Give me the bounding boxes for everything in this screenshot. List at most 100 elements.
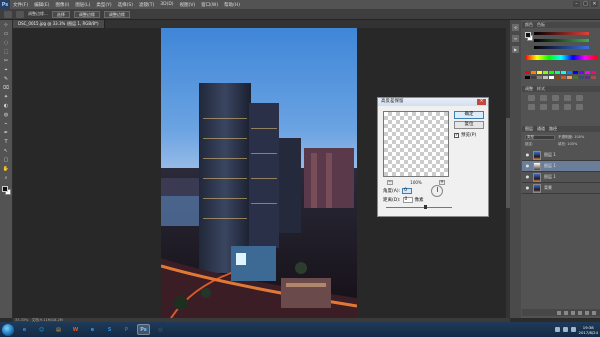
history-brush-tool-icon[interactable]: ◐ xyxy=(2,103,11,110)
swatch-cell[interactable] xyxy=(591,75,596,79)
swatch-cell[interactable] xyxy=(573,71,578,74)
new-group-icon[interactable] xyxy=(578,310,582,315)
swatch-cell[interactable] xyxy=(579,71,584,74)
network-icon[interactable] xyxy=(554,327,560,332)
swatch-cell[interactable] xyxy=(525,71,530,74)
layer-kind-filter[interactable]: 类型 xyxy=(525,135,555,140)
swatch-cell[interactable] xyxy=(537,75,542,79)
swatch-cell[interactable] xyxy=(591,71,596,74)
shape-tool-icon[interactable]: ▢ xyxy=(2,157,11,164)
layer-row-selected[interactable]: ● 图层 1 xyxy=(522,161,600,172)
minimize-button[interactable]: – xyxy=(573,1,580,7)
swatch-cell[interactable] xyxy=(555,71,560,74)
color-swatches[interactable] xyxy=(0,186,12,198)
tool-preset-icon[interactable] xyxy=(4,10,12,18)
document-image[interactable] xyxy=(161,28,357,318)
menu-file[interactable]: 文件(F) xyxy=(10,2,31,8)
taskbar-app-button[interactable]: e xyxy=(18,324,31,335)
opacity-control[interactable]: 不透明度: 100% xyxy=(558,135,584,140)
menu-view[interactable]: 视图(V) xyxy=(177,2,199,8)
clock[interactable]: 19:38 2017/8/24 xyxy=(579,325,598,335)
eraser-tool-icon[interactable]: ◍ xyxy=(2,112,11,119)
swatch-cell[interactable] xyxy=(531,71,536,74)
taskbar-app-button[interactable]: ▤ xyxy=(52,324,65,335)
delete-layer-icon[interactable] xyxy=(592,310,596,315)
menu-help[interactable]: 帮助(H) xyxy=(221,2,243,8)
distance-slider[interactable] xyxy=(386,205,452,209)
preview-checkbox[interactable]: ✓ xyxy=(454,132,459,138)
menu-window[interactable]: 窗口(W) xyxy=(198,2,221,8)
filter-preview[interactable] xyxy=(383,111,449,177)
visibility-eye-icon[interactable]: ● xyxy=(525,164,530,168)
taskbar-app-button[interactable]: S xyxy=(103,324,116,335)
clone-stamp-tool-icon[interactable]: ✦ xyxy=(2,94,11,101)
distance-slider-knob[interactable] xyxy=(423,205,427,209)
foreground-color-swatch[interactable] xyxy=(2,186,8,192)
close-button[interactable]: ✕ xyxy=(591,1,598,7)
taskbar-app-button[interactable]: e xyxy=(86,324,99,335)
quick-select-tool-icon[interactable]: ⬚ xyxy=(2,49,11,56)
angle-input[interactable]: 0 xyxy=(402,188,413,194)
hand-tool-icon[interactable]: ✋ xyxy=(2,166,11,173)
swatch-cell[interactable] xyxy=(567,71,572,74)
document-tab[interactable]: DSC_0015.jpg @ 33.3% (图层 1, RGB/8*) xyxy=(13,20,105,28)
menu-layer[interactable]: 图层(L) xyxy=(72,2,93,8)
tab-styles[interactable]: 样式 xyxy=(537,86,545,92)
swatch-cell[interactable] xyxy=(555,75,560,79)
selection-mode-icon[interactable] xyxy=(16,10,24,18)
angle-dial[interactable] xyxy=(431,185,443,197)
swatch-cell[interactable] xyxy=(573,75,578,79)
taskbar-app-button[interactable]: P xyxy=(120,324,133,335)
swatch-cell[interactable] xyxy=(543,75,548,79)
visibility-eye-icon[interactable]: ● xyxy=(525,175,530,179)
crop-tool-icon[interactable]: ✂ xyxy=(2,58,11,65)
taskbar-app-button[interactable]: ☺ xyxy=(35,324,48,335)
curves-icon[interactable] xyxy=(552,95,559,101)
zoom-out-button[interactable]: − xyxy=(387,179,393,185)
healing-brush-tool-icon[interactable]: ✎ xyxy=(2,76,11,83)
visibility-eye-icon[interactable]: ● xyxy=(525,186,530,190)
menu-edit[interactable]: 编辑(E) xyxy=(31,2,52,8)
swatch-cell[interactable] xyxy=(549,71,554,74)
menu-3d[interactable]: 3D(D) xyxy=(157,2,176,7)
visibility-eye-icon[interactable]: ● xyxy=(525,153,530,157)
menu-select[interactable]: 选择(S) xyxy=(115,2,136,8)
distance-input[interactable]: 0 xyxy=(402,197,413,203)
eyedropper-tool-icon[interactable]: ⌖ xyxy=(2,67,11,74)
tab-adjustments[interactable]: 调整 xyxy=(525,86,533,92)
marquee-tool-icon[interactable]: ▭ xyxy=(2,31,11,38)
actions-panel-icon[interactable]: ▶ xyxy=(512,46,519,53)
history-panel-icon[interactable]: ⟲ xyxy=(512,24,519,31)
menu-type[interactable]: 类型(Y) xyxy=(93,2,114,8)
move-tool-icon[interactable]: ⊹ xyxy=(2,22,11,29)
swatch-cell[interactable] xyxy=(561,75,566,79)
red-slider[interactable] xyxy=(534,32,589,35)
volume-icon[interactable] xyxy=(562,327,568,332)
swatch-cell[interactable] xyxy=(579,75,584,79)
fill-control[interactable]: 填充: 100% xyxy=(558,142,577,147)
brightness-icon[interactable] xyxy=(528,95,535,101)
menu-image[interactable]: 图像(I) xyxy=(52,2,72,8)
swatch-grid[interactable] xyxy=(525,71,597,79)
green-slider[interactable] xyxy=(534,39,589,42)
black-white-icon[interactable] xyxy=(552,104,559,110)
options-select-button[interactable]: 选择 xyxy=(51,10,70,18)
link-layers-icon[interactable] xyxy=(557,310,561,315)
options-refine-button[interactable]: 调整边缘 xyxy=(73,10,100,18)
dialog-close-button[interactable]: ✕ xyxy=(477,99,486,105)
swatch-cell[interactable] xyxy=(561,71,566,74)
brush-tool-icon[interactable]: ⌧ xyxy=(2,85,11,92)
input-method-icon[interactable] xyxy=(570,327,576,332)
swatch-cell[interactable] xyxy=(549,75,554,79)
layer-row-background[interactable]: ● 背景 xyxy=(522,183,600,194)
blue-slider[interactable] xyxy=(534,46,589,49)
taskbar-app-button[interactable]: Ps xyxy=(137,324,150,335)
ok-button[interactable]: 确定 xyxy=(454,111,484,119)
channel-mixer-icon[interactable] xyxy=(576,104,583,110)
menu-filter[interactable]: 滤镜(T) xyxy=(136,2,157,8)
tab-color[interactable]: 颜色 xyxy=(525,22,533,28)
path-select-tool-icon[interactable]: ↖ xyxy=(2,148,11,155)
swatch-cell[interactable] xyxy=(525,75,530,79)
layer-row[interactable]: ● 图层 1 xyxy=(522,172,600,183)
layer-style-icon[interactable] xyxy=(564,310,568,315)
